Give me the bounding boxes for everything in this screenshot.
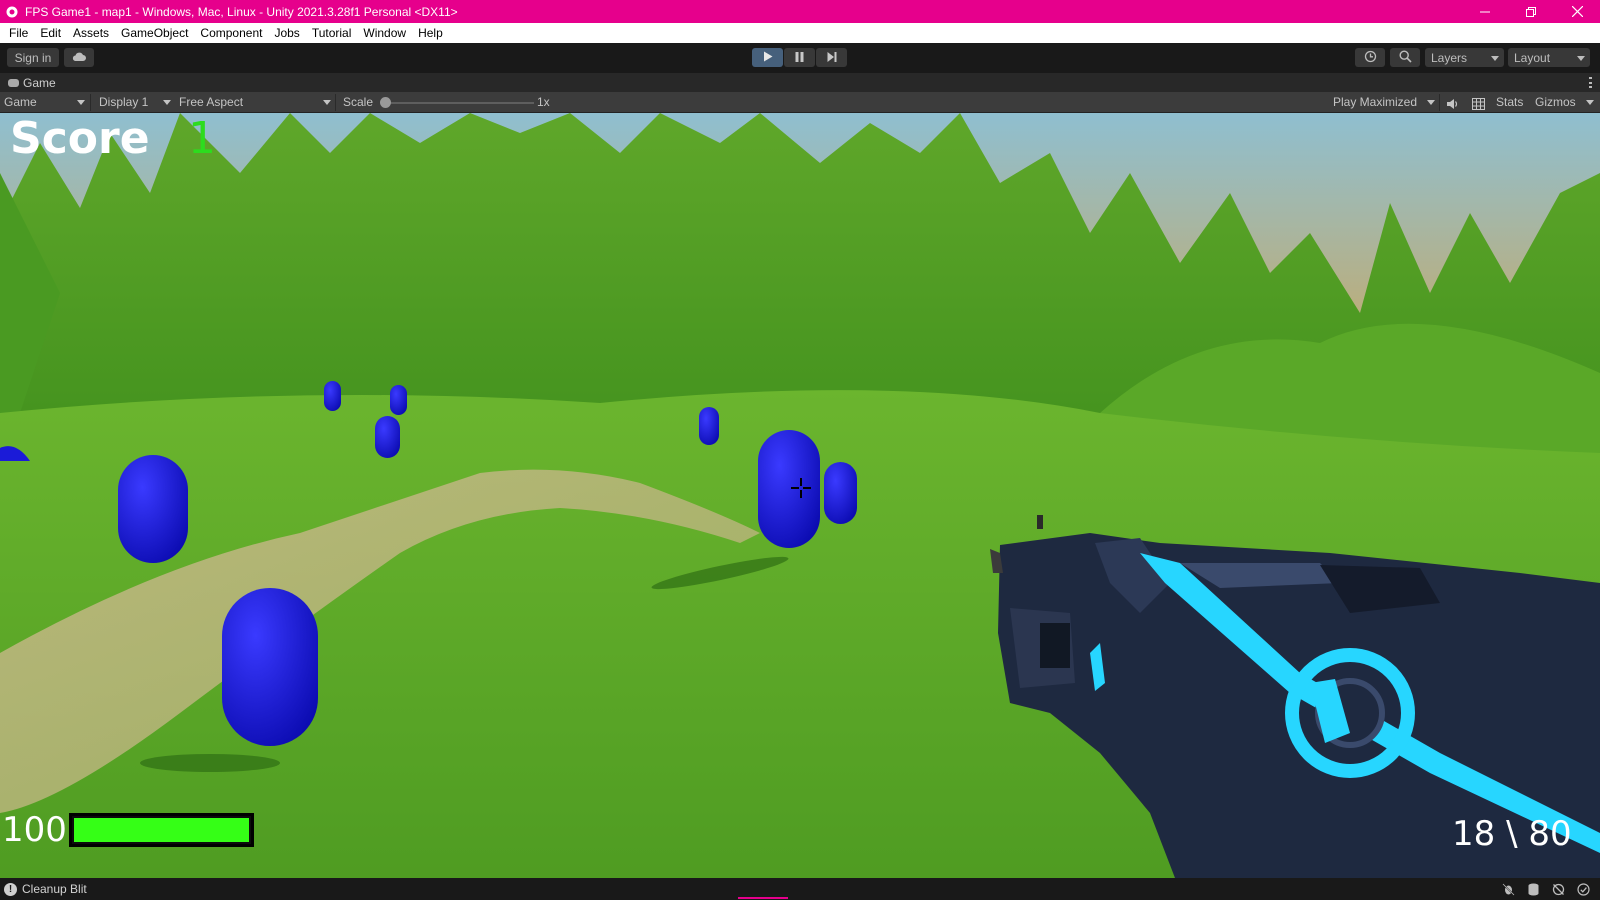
chevron-down-icon [323, 100, 331, 105]
divider [335, 94, 336, 111]
sign-in-label: Sign in [14, 50, 52, 65]
database-icon[interactable] [1527, 883, 1540, 896]
health-bar-fill [74, 818, 249, 842]
ammo-counter: 18 \ 80 [1452, 814, 1572, 854]
menu-help[interactable]: Help [412, 23, 449, 43]
scale-slider-handle[interactable] [380, 97, 391, 108]
layout-dropdown[interactable]: Layout [1508, 48, 1590, 67]
scale-label: Scale [343, 95, 374, 109]
chevron-down-icon [1491, 55, 1499, 61]
chevron-down-icon [77, 100, 85, 105]
step-button[interactable] [816, 48, 847, 67]
layout-label: Layout [1514, 50, 1551, 65]
game-viewport[interactable]: Score 1 100 18 \ 80 [0, 113, 1600, 878]
enemy-shadow [140, 754, 280, 772]
pause-button[interactable] [784, 48, 815, 67]
menu-bar: File Edit Assets GameObject Component Jo… [0, 23, 1600, 43]
menu-file[interactable]: File [3, 23, 34, 43]
view-mode-dropdown[interactable]: Game [4, 92, 37, 112]
menu-gameobject[interactable]: GameObject [115, 23, 194, 43]
progress-indicator [738, 897, 788, 899]
close-icon[interactable] [1554, 0, 1600, 23]
window-title-bar: FPS Game1 - map1 - Windows, Mac, Linux -… [0, 0, 1600, 23]
enemy-capsule [324, 381, 341, 411]
menu-window[interactable]: Window [357, 23, 412, 43]
play-button[interactable] [752, 48, 783, 67]
pause-icon [795, 51, 804, 65]
layers-dropdown[interactable]: Layers [1425, 48, 1504, 67]
play-mode-dropdown[interactable]: Play Maximized [1333, 92, 1417, 112]
crosshair-icon [788, 475, 814, 501]
status-bar: ! Cleanup Blit [0, 878, 1600, 900]
enemy-capsule [118, 455, 188, 563]
enemy-capsule [375, 416, 400, 458]
menu-jobs[interactable]: Jobs [268, 23, 305, 43]
health-bar [69, 813, 254, 847]
menu-assets[interactable]: Assets [67, 23, 115, 43]
search-button[interactable] [1390, 48, 1420, 67]
play-icon [763, 51, 773, 65]
game-tab-header: Game [0, 73, 1600, 92]
aspect-dropdown[interactable]: Free Aspect [179, 92, 243, 112]
cloud-icon [71, 51, 87, 65]
enemy-capsule [699, 407, 719, 445]
chevron-down-icon [163, 100, 171, 105]
enemy-capsule [390, 385, 407, 415]
sign-in-button[interactable]: Sign in [7, 48, 59, 67]
divider [90, 94, 91, 111]
network-off-icon[interactable] [1552, 883, 1565, 896]
divider [1439, 94, 1440, 111]
chevron-down-icon [1427, 100, 1435, 105]
status-message[interactable]: Cleanup Blit [22, 882, 87, 896]
game-view-toolbar: Game Display 1 Free Aspect Scale 1x Play… [0, 92, 1600, 113]
more-options-icon[interactable] [1589, 77, 1592, 88]
chevron-down-icon [1586, 100, 1594, 105]
tab-game[interactable]: Game [0, 76, 56, 90]
scale-value: 1x [537, 95, 550, 109]
main-toolbar: Sign in Layers Layout [0, 43, 1600, 73]
gizmos-toggle[interactable]: Gizmos [1535, 92, 1576, 112]
cloud-button[interactable] [64, 48, 94, 67]
layers-label: Layers [1431, 50, 1468, 65]
minimize-icon[interactable] [1462, 0, 1508, 23]
health-value: 100 [2, 810, 67, 850]
check-circle-icon[interactable] [1577, 883, 1590, 896]
window-title: FPS Game1 - map1 - Windows, Mac, Linux -… [25, 4, 458, 19]
gamepad-icon [8, 78, 19, 87]
tab-game-label: Game [23, 75, 56, 90]
search-icon [1398, 49, 1412, 66]
scale-slider-track[interactable] [386, 102, 534, 104]
chevron-down-icon [1577, 55, 1585, 61]
menu-component[interactable]: Component [194, 23, 268, 43]
debug-bug-icon[interactable] [1502, 883, 1515, 896]
history-icon [1364, 50, 1377, 66]
step-icon [827, 51, 837, 65]
menu-edit[interactable]: Edit [34, 23, 67, 43]
restore-icon[interactable] [1508, 0, 1554, 23]
score-value: 1 [188, 113, 216, 164]
unity-logo-icon [5, 5, 19, 19]
score-label: Score [10, 113, 150, 164]
undo-history-button[interactable] [1355, 48, 1385, 67]
enemy-capsule [222, 588, 318, 746]
info-icon: ! [4, 882, 17, 896]
enemy-capsule [824, 462, 857, 524]
display-dropdown[interactable]: Display 1 [99, 92, 148, 112]
menu-tutorial[interactable]: Tutorial [306, 23, 358, 43]
stats-toggle[interactable]: Stats [1496, 92, 1523, 112]
